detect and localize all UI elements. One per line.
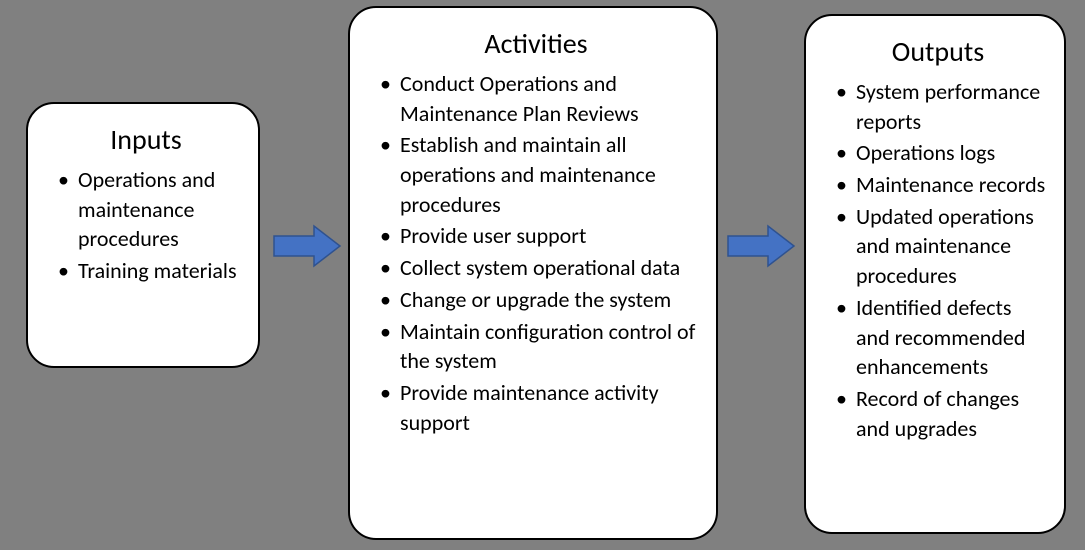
inputs-box: Inputs Operations and maintenance proced…: [26, 102, 260, 368]
outputs-box: Outputs System performance reports Opera…: [804, 14, 1066, 534]
list-item: Change or upgrade the system: [378, 285, 700, 315]
list-item: Operations logs: [834, 138, 1048, 168]
activities-box: Activities Conduct Operations and Mainte…: [348, 6, 718, 540]
list-item: Provide maintenance activity support: [378, 378, 700, 437]
outputs-list: System performance reports Operations lo…: [828, 77, 1048, 443]
outputs-title: Outputs: [828, 34, 1048, 69]
list-item: System performance reports: [834, 77, 1048, 136]
list-item: Updated operations and maintenance proce…: [834, 202, 1048, 291]
list-item: Conduct Operations and Maintenance Plan …: [378, 69, 700, 128]
list-item: Operations and maintenance procedures: [56, 165, 242, 254]
inputs-title: Inputs: [50, 122, 242, 157]
list-item: Training materials: [56, 256, 242, 286]
arrow-right-icon: [272, 224, 342, 268]
inputs-list: Operations and maintenance procedures Tr…: [50, 165, 242, 286]
list-item: Collect system operational data: [378, 253, 700, 283]
list-item: Identified defects and recommended enhan…: [834, 293, 1048, 382]
list-item: Provide user support: [378, 221, 700, 251]
activities-list: Conduct Operations and Maintenance Plan …: [372, 69, 700, 437]
list-item: Record of changes and upgrades: [834, 384, 1048, 443]
list-item: Maintenance records: [834, 170, 1048, 200]
arrow-right-icon: [726, 224, 796, 268]
list-item: Establish and maintain all operations an…: [378, 130, 700, 219]
activities-title: Activities: [372, 26, 700, 61]
list-item: Maintain configuration control of the sy…: [378, 317, 700, 376]
